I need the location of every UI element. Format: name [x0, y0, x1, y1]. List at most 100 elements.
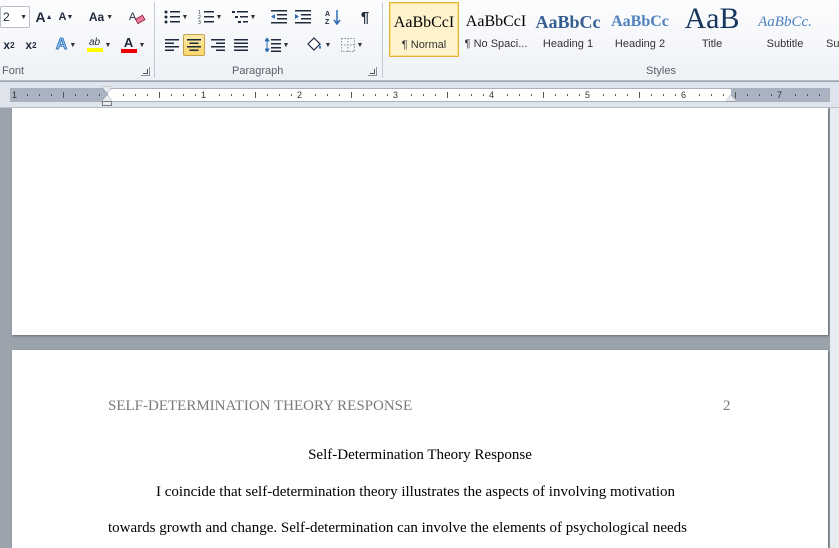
ruler-tick	[51, 94, 52, 96]
ruler-number: 2	[297, 90, 303, 100]
numbering-button[interactable]: 1 2 3 ▼	[195, 6, 225, 28]
change-case-button[interactable]: Aa ▼	[86, 6, 116, 28]
page-1[interactable]	[12, 108, 828, 335]
ruler-number: 5	[585, 90, 591, 100]
line-spacing-button[interactable]: ▼	[262, 34, 292, 56]
horizontal-ruler[interactable]: 1 1 2 3 4 5 6 7	[10, 88, 830, 102]
style-name: Heading 1	[542, 38, 594, 50]
font-color-button[interactable]: A ▼	[118, 34, 148, 56]
ruler-tick	[243, 94, 244, 96]
paragraph-group-label: Paragraph	[232, 65, 284, 77]
ruler-tick	[615, 94, 616, 96]
chevron-down-icon: ▼	[20, 13, 27, 21]
subscript-mark: 2	[10, 40, 15, 50]
change-case-icon: Aa	[88, 10, 105, 24]
ruler-tick	[747, 94, 748, 96]
ruler-tick	[447, 92, 448, 98]
ruler-tick	[123, 94, 124, 96]
first-line-indent-marker[interactable]	[102, 87, 112, 93]
ruler-tick	[807, 94, 808, 96]
borders-button[interactable]: ▼	[337, 34, 367, 56]
ruler-tick	[627, 94, 628, 96]
page-2[interactable]: SELF-DETERMINATION THEORY RESPONSE 2 Sel…	[12, 350, 828, 548]
justify-button[interactable]	[230, 34, 252, 56]
ruler-tick	[99, 94, 100, 96]
ruler-tick	[663, 94, 664, 96]
style-subtitle[interactable]: AaBbCc. Subtitle	[750, 2, 820, 57]
bullet-list-icon	[164, 10, 180, 24]
ruler-tick	[459, 94, 460, 96]
font-color-icon: A	[120, 36, 137, 53]
borders-icon	[340, 38, 355, 52]
page-number: 2	[723, 398, 731, 414]
grow-font-button[interactable]: A ▲	[34, 6, 54, 28]
pilcrow-icon: ¶	[360, 8, 370, 26]
show-formatting-button[interactable]: ¶	[354, 6, 376, 28]
style-normal[interactable]: AaBbCcI ¶ Normal	[389, 2, 459, 57]
shrink-font-icon: A	[58, 11, 67, 23]
ruler-tick	[411, 94, 412, 96]
highlighter-icon: ab	[86, 38, 103, 52]
ruler-tick	[255, 92, 256, 98]
style-subtle[interactable]: Su	[822, 2, 839, 57]
ruler-tick	[555, 94, 556, 96]
align-left-button[interactable]	[161, 34, 183, 56]
style-title[interactable]: AaB Title	[677, 2, 747, 57]
decrease-indent-button[interactable]	[268, 6, 290, 28]
ruler-tick	[723, 94, 724, 96]
ruler-tick	[435, 94, 436, 96]
right-indent-marker[interactable]	[726, 95, 736, 101]
ruler-tick	[639, 92, 640, 98]
body-line-1: I coincide that self-determination theor…	[156, 484, 676, 500]
ruler-tick	[651, 94, 652, 96]
ruler-tick	[795, 94, 796, 96]
ruler-tick	[147, 94, 148, 96]
text-effects-button[interactable]: A ▼	[52, 34, 80, 56]
style-no-spacing[interactable]: AaBbCcI ¶ No Spaci...	[461, 2, 531, 57]
shading-button[interactable]: ▼	[303, 34, 333, 56]
align-right-button[interactable]	[207, 34, 229, 56]
highlight-button[interactable]: ab ▼	[84, 34, 114, 56]
increase-indent-icon	[295, 10, 311, 24]
style-heading-1[interactable]: AaBbCc Heading 1	[533, 2, 603, 57]
ruler-number: 6	[681, 90, 687, 100]
paragraph-dialog-launcher[interactable]	[368, 67, 377, 76]
style-name: Su	[826, 38, 839, 50]
font-dialog-launcher[interactable]	[141, 67, 150, 76]
clear-formatting-button[interactable]: A	[126, 6, 148, 28]
ruler-tick	[27, 94, 28, 96]
superscript-mark: 2	[32, 40, 37, 50]
sort-az-icon: AZ	[325, 10, 341, 25]
ruler-tick	[507, 94, 508, 96]
line-spacing-icon	[264, 38, 281, 52]
align-center-button[interactable]	[183, 34, 205, 56]
ruler-tick	[711, 94, 712, 96]
ruler-tick	[159, 92, 160, 98]
align-center-icon	[187, 39, 201, 51]
bullets-button[interactable]: ▼	[161, 6, 191, 28]
ruler-tick	[375, 94, 376, 96]
grow-font-icon: A	[35, 9, 46, 25]
ruler-tick	[699, 94, 700, 96]
ruler-number: 4	[489, 90, 495, 100]
ruler-tick	[267, 94, 268, 96]
increase-indent-button[interactable]	[292, 6, 314, 28]
ruler-tick	[519, 94, 520, 96]
svg-text:3: 3	[198, 20, 201, 24]
style-heading-2[interactable]: AaBbCc Heading 2	[605, 2, 675, 57]
ruler-tick	[279, 94, 280, 96]
multilevel-list-button[interactable]: ▼	[229, 6, 259, 28]
numbered-list-icon: 123	[198, 10, 214, 24]
style-name: ¶ No Spaci...	[464, 38, 528, 50]
font-size-box[interactable]: 2 ▼	[0, 6, 30, 28]
eraser-icon: A	[129, 11, 146, 25]
sort-button[interactable]: AZ	[322, 6, 344, 28]
style-sample: AaBbCc.	[758, 14, 812, 30]
shrink-font-button[interactable]: A ▼	[56, 6, 76, 28]
ruler-number: 1	[201, 90, 207, 100]
superscript-button[interactable]: x2	[22, 34, 40, 56]
vertical-scrollbar[interactable]	[830, 108, 839, 548]
left-indent-box[interactable]	[102, 101, 112, 106]
subscript-button[interactable]: x2	[0, 34, 18, 56]
subscript-icon: x	[3, 38, 11, 52]
